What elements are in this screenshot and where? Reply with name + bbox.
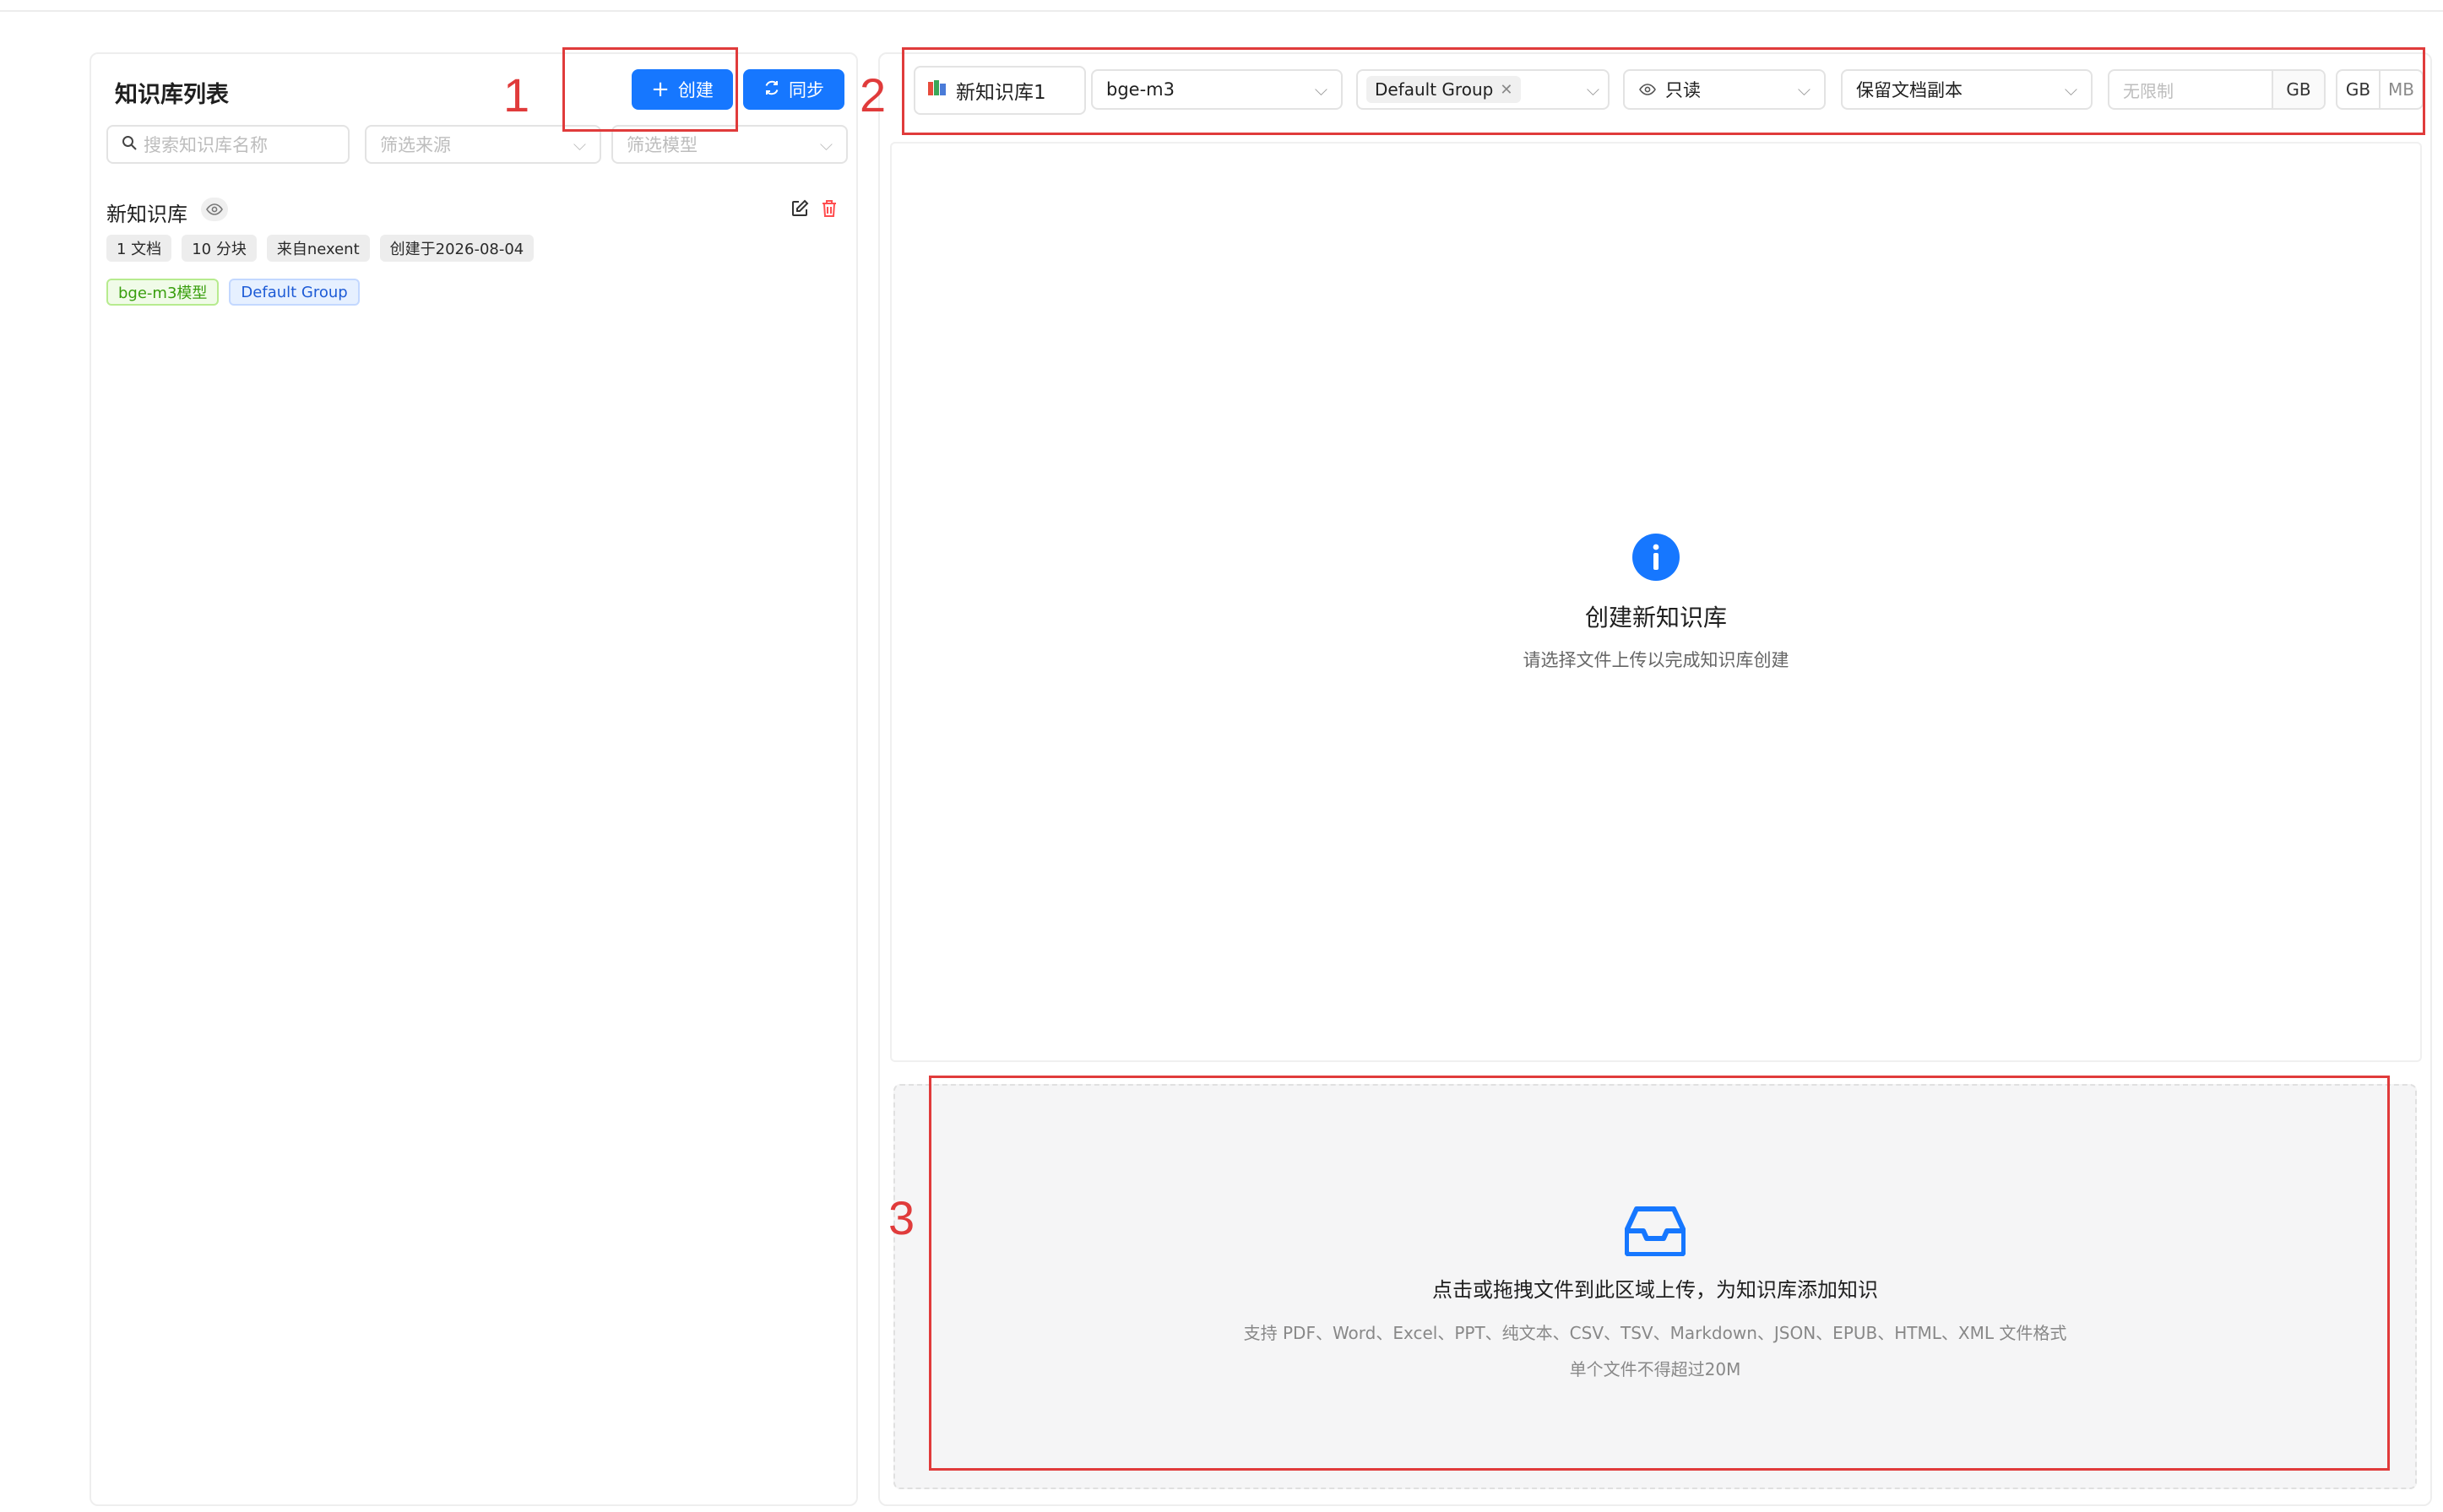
chunk-count-tag: 10 分块: [182, 235, 257, 262]
sync-button-label: 同步: [789, 80, 824, 100]
group-tag: Default Group: [229, 279, 360, 306]
annotation-box-3: [929, 1076, 2390, 1471]
top-divider: [0, 10, 2443, 12]
edit-icon[interactable]: [790, 199, 809, 221]
chevron-down-icon: ⌵: [573, 134, 586, 154]
empty-state: 创建新知识库 请选择文件上传以完成知识库创建: [892, 534, 2420, 672]
chevron-down-icon: ⌵: [819, 134, 833, 154]
sync-icon: [763, 79, 780, 100]
annotation-box-2: [902, 47, 2425, 135]
item-actions: [790, 199, 838, 221]
annotation-number-3: 3: [888, 1191, 915, 1244]
source-filter-placeholder: 筛选来源: [380, 135, 451, 155]
panel-title: 知识库列表: [115, 82, 229, 108]
meta-tags: bge-m3模型 Default Group: [106, 279, 360, 306]
info-icon: [1632, 534, 1680, 581]
search-icon: [122, 134, 137, 154]
delete-icon[interactable]: [821, 199, 838, 221]
empty-state-title: 创建新知识库: [1584, 604, 1727, 631]
annotation-number-2: 2: [860, 68, 887, 122]
eye-icon: [201, 198, 228, 221]
created-date-tag: 创建于2026-08-04: [379, 235, 535, 262]
search-placeholder: 搜索知识库名称: [144, 135, 268, 155]
sync-button[interactable]: 同步: [743, 69, 844, 110]
model-tag: bge-m3模型: [106, 279, 220, 306]
stats-tags: 1 文档 10 分块 来自nexent 创建于2026-08-04: [106, 235, 535, 262]
annotation-number-1: 1: [503, 68, 530, 122]
document-content-area: 创建新知识库 请选择文件上传以完成知识库创建: [890, 142, 2422, 1062]
knowledge-base-list-panel: 知识库列表 + 创建 同步 搜索知识库名称 筛选来源 ⌵ 筛选模型 ⌵ 新知识库: [90, 52, 858, 1506]
doc-count-tag: 1 文档: [106, 235, 172, 262]
model-filter-placeholder: 筛选模型: [627, 135, 698, 155]
knowledge-base-name: 新知识库: [106, 203, 187, 226]
source-tag: 来自nexent: [266, 235, 370, 262]
knowledge-base-list-item[interactable]: 新知识库 1 文档 10 分块 来自nexent 创建于2026-08-04 b…: [106, 198, 850, 366]
annotation-box-1: [562, 47, 738, 132]
search-input[interactable]: 搜索知识库名称: [106, 125, 350, 164]
empty-state-subtitle: 请选择文件上传以完成知识库创建: [1523, 650, 1789, 670]
